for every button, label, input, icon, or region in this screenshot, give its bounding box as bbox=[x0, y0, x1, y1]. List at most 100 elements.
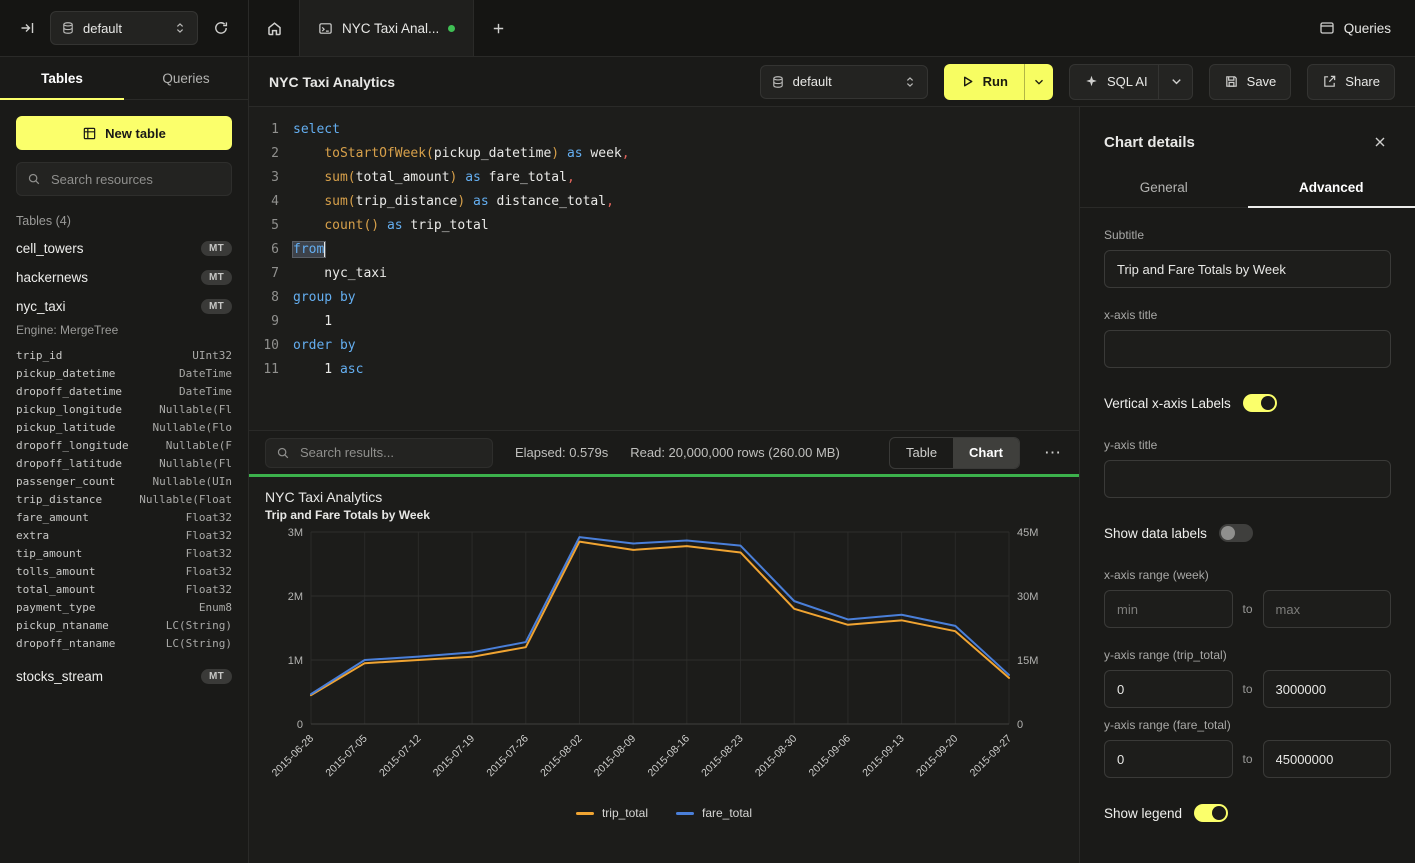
subtitle-input[interactable] bbox=[1104, 250, 1391, 288]
engine-badge: MT bbox=[201, 241, 232, 256]
sql-editor[interactable]: 1234567891011 select toStartOfWeek(picku… bbox=[249, 107, 1079, 430]
sql-ai-button-group[interactable]: SQL AI bbox=[1069, 64, 1193, 100]
results-toolbar: Elapsed: 0.579s Read: 20,000,000 rows (2… bbox=[249, 430, 1079, 474]
x-range-min-input[interactable] bbox=[1104, 590, 1233, 628]
results-search-input[interactable] bbox=[298, 444, 482, 461]
run-options-button[interactable] bbox=[1025, 64, 1053, 100]
column-type: Nullable(Flo bbox=[153, 421, 232, 434]
column-type: Float32 bbox=[186, 583, 232, 596]
show-data-labels-toggle[interactable] bbox=[1219, 524, 1253, 542]
y-axis-title-input[interactable] bbox=[1104, 460, 1391, 498]
code-area[interactable]: select toStartOfWeek(pickup_datetime) as… bbox=[293, 118, 1079, 430]
x-axis-range-label: x-axis range (week) bbox=[1104, 568, 1391, 582]
sidebar-tab-queries[interactable]: Queries bbox=[124, 57, 248, 99]
line-number: 11 bbox=[249, 358, 279, 382]
column-type: Enum8 bbox=[199, 601, 232, 614]
svg-text:2015-07-05: 2015-07-05 bbox=[323, 733, 370, 780]
table-grid-icon bbox=[82, 126, 97, 141]
vertical-x-axis-labels-toggle[interactable] bbox=[1243, 394, 1277, 412]
x-range-max-input[interactable] bbox=[1263, 590, 1392, 628]
svg-text:2015-08-02: 2015-08-02 bbox=[538, 733, 585, 780]
legend-item-fare_total[interactable]: fare_total bbox=[676, 806, 752, 820]
view-toggle-chart[interactable]: Chart bbox=[953, 438, 1019, 468]
table-row[interactable]: stocks_streamMT bbox=[0, 662, 248, 691]
svg-text:2M: 2M bbox=[288, 591, 303, 603]
to-label: to bbox=[1243, 602, 1253, 616]
column-type: Nullable(Fl bbox=[159, 457, 232, 470]
view-toggle-table[interactable]: Table bbox=[890, 438, 953, 468]
y-range-fare-max-input[interactable] bbox=[1263, 740, 1392, 778]
svg-text:2015-07-19: 2015-07-19 bbox=[431, 733, 478, 780]
line-number: 3 bbox=[249, 166, 279, 190]
refresh-icon[interactable] bbox=[206, 13, 236, 43]
save-icon bbox=[1224, 74, 1239, 89]
line-number: 5 bbox=[249, 214, 279, 238]
unsaved-changes-dot bbox=[448, 25, 455, 32]
column-name: fare_amount bbox=[16, 511, 89, 524]
sidebar-search-input[interactable] bbox=[49, 171, 221, 188]
queries-button[interactable]: Queries bbox=[1319, 0, 1415, 56]
svg-text:45M: 45M bbox=[1017, 527, 1038, 539]
y-range-fare-min-input[interactable] bbox=[1104, 740, 1233, 778]
topbar-database-select[interactable]: default bbox=[50, 11, 198, 45]
new-table-button[interactable]: New table bbox=[16, 116, 232, 150]
chevrons-up-down-icon bbox=[173, 21, 187, 35]
svg-text:2015-08-09: 2015-08-09 bbox=[592, 733, 639, 780]
editor-column: 1234567891011 select toStartOfWeek(picku… bbox=[249, 107, 1079, 863]
header-database-select[interactable]: default bbox=[760, 65, 928, 99]
database-select-value: default bbox=[83, 21, 165, 36]
run-button-group: Run bbox=[944, 64, 1053, 100]
panel-tab-general[interactable]: General bbox=[1080, 169, 1248, 207]
column-row: dropoff_longitudeNullable(F bbox=[0, 436, 248, 454]
share-icon bbox=[1322, 74, 1337, 89]
sql-ai-options-button[interactable] bbox=[1158, 65, 1192, 99]
column-type: Nullable(Fl bbox=[159, 403, 232, 416]
home-button[interactable] bbox=[249, 0, 299, 56]
queries-icon bbox=[1319, 20, 1335, 36]
play-icon bbox=[960, 74, 975, 89]
share-button[interactable]: Share bbox=[1307, 64, 1395, 100]
query-title: NYC Taxi Analytics bbox=[269, 74, 395, 90]
line-number: 2 bbox=[249, 142, 279, 166]
column-row: dropoff_datetimeDateTime bbox=[0, 382, 248, 400]
x-axis-title-input[interactable] bbox=[1104, 330, 1391, 368]
y-axis-range-trip-label: y-axis range (trip_total) bbox=[1104, 648, 1391, 662]
new-tab-button[interactable] bbox=[474, 0, 522, 56]
y-axis-title-label: y-axis title bbox=[1104, 438, 1391, 452]
run-button[interactable]: Run bbox=[944, 64, 1024, 100]
sidebar-tab-tables[interactable]: Tables bbox=[0, 57, 124, 99]
save-label: Save bbox=[1247, 74, 1277, 89]
y-range-trip-max-input[interactable] bbox=[1263, 670, 1392, 708]
y-range-trip-min-input[interactable] bbox=[1104, 670, 1233, 708]
svg-text:2015-07-12: 2015-07-12 bbox=[377, 733, 424, 780]
collapse-sidebar-icon[interactable] bbox=[12, 13, 42, 43]
query-tab[interactable]: NYC Taxi Anal... bbox=[299, 0, 474, 56]
svg-text:2015-09-20: 2015-09-20 bbox=[914, 733, 961, 780]
close-icon[interactable] bbox=[1369, 131, 1391, 153]
column-type: Float32 bbox=[186, 565, 232, 578]
more-options-icon[interactable]: ⋯ bbox=[1042, 443, 1063, 463]
column-name: pickup_datetime bbox=[16, 367, 115, 380]
legend-label: trip_total bbox=[602, 806, 648, 820]
column-name: passenger_count bbox=[16, 475, 115, 488]
tables-section-label: Tables (4) bbox=[16, 214, 232, 228]
table-row[interactable]: cell_towersMT bbox=[0, 234, 248, 263]
plus-icon bbox=[491, 21, 506, 36]
to-label: to bbox=[1243, 752, 1253, 766]
tab-strip: NYC Taxi Anal... Queries bbox=[249, 0, 1415, 56]
column-name: payment_type bbox=[16, 601, 95, 614]
column-type: Float32 bbox=[186, 529, 232, 542]
legend-item-trip_total[interactable]: trip_total bbox=[576, 806, 648, 820]
panel-tab-advanced[interactable]: Advanced bbox=[1248, 169, 1415, 207]
column-row: passenger_countNullable(UIn bbox=[0, 472, 248, 490]
line-number: 1 bbox=[249, 118, 279, 142]
code-line: count() as trip_total bbox=[293, 214, 1079, 238]
panel-tabs: General Advanced bbox=[1080, 169, 1415, 208]
column-row: fare_amountFloat32 bbox=[0, 508, 248, 526]
table-row[interactable]: hackernewsMT bbox=[0, 263, 248, 292]
chart-legend: trip_total fare_total bbox=[265, 806, 1063, 820]
table-row[interactable]: nyc_taxiMT bbox=[0, 292, 248, 321]
code-line: 1 bbox=[293, 310, 1079, 334]
show-legend-toggle[interactable] bbox=[1194, 804, 1228, 822]
save-button[interactable]: Save bbox=[1209, 64, 1292, 100]
